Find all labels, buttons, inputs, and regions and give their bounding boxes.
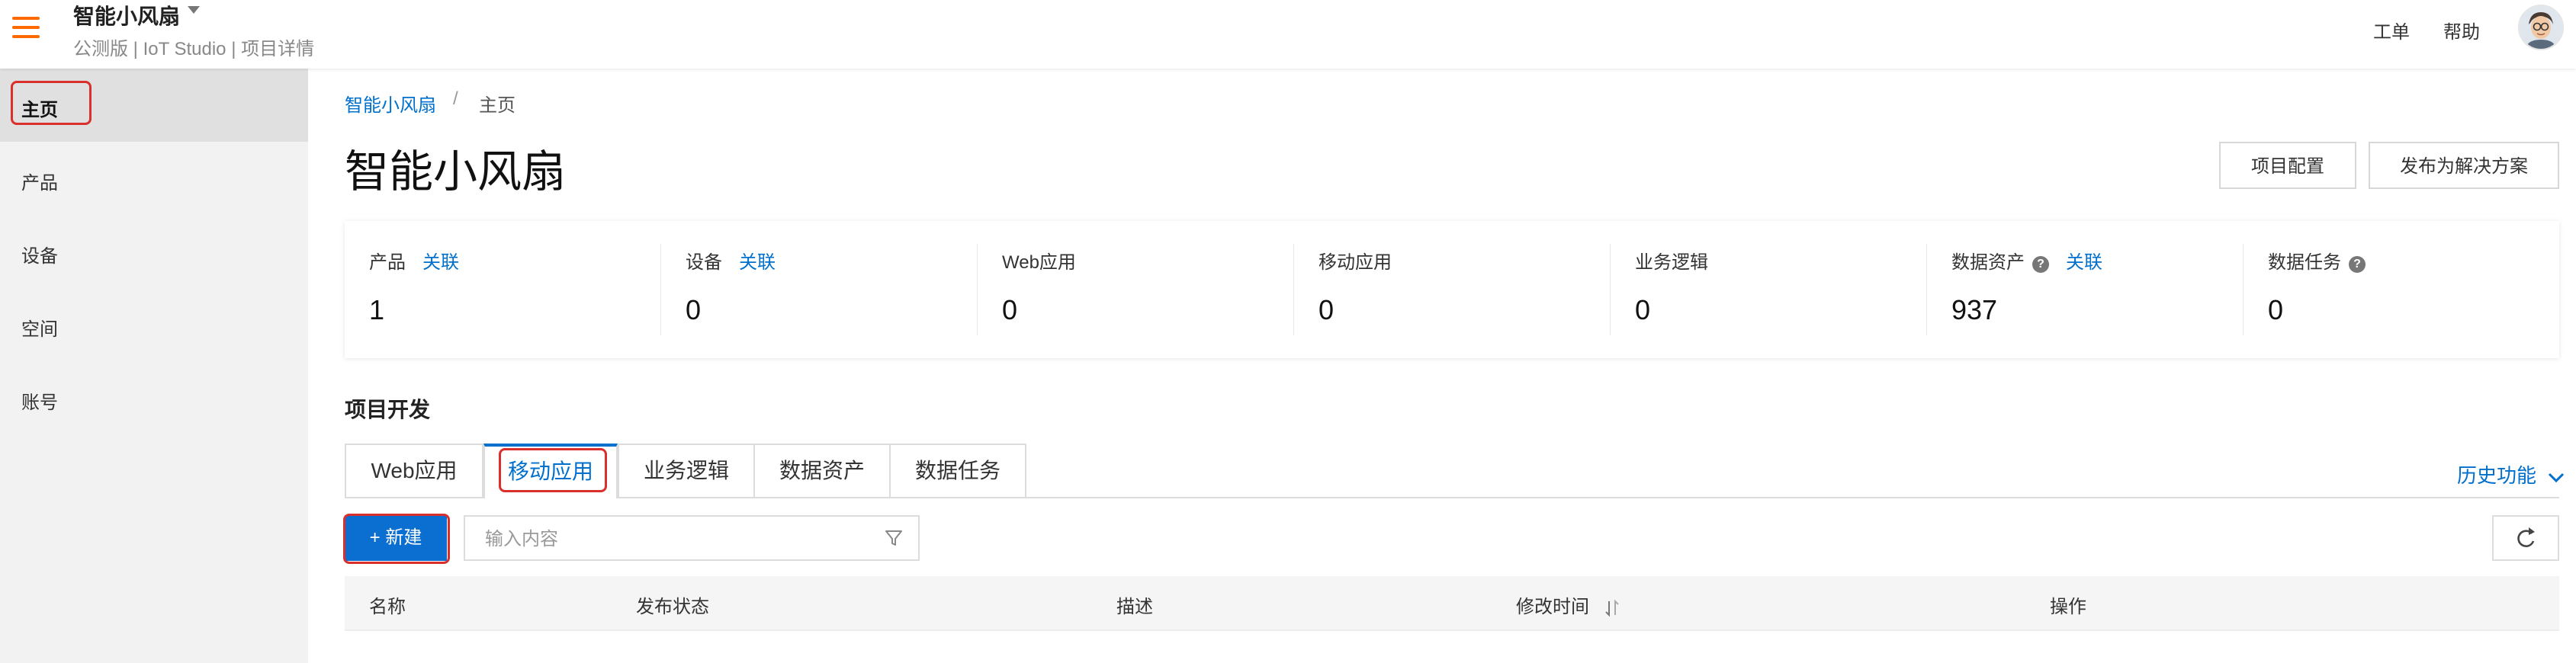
breadcrumb-current: 主页 — [479, 95, 516, 116]
highlight-box — [11, 81, 92, 125]
help-link[interactable]: 帮助 — [2443, 17, 2480, 43]
col-label: 修改时间 — [1516, 597, 1589, 617]
table-header: 名称 发布状态 描述 修改时间 操作 — [345, 576, 2559, 629]
history-label: 历史功能 — [2457, 464, 2537, 487]
page-title: 智能小风扇 — [345, 147, 567, 197]
stat-web-apps: Web应用 0 — [978, 221, 1293, 358]
stats-card: 产品 关联 1 设备 关联 0 Web应用 0 移动应用 0 业务逻辑 0 数据资产… — [345, 221, 2559, 358]
col-modified-time[interactable]: 修改时间 — [1516, 591, 1622, 618]
section-title: 项目开发 — [345, 398, 431, 421]
tab-data-assets[interactable]: 数据资产 — [753, 444, 891, 498]
link-data-assets[interactable]: 关联 — [2066, 252, 2102, 273]
header-subtitle: 公测版 | IoT Studio | 项目详情 — [73, 39, 315, 59]
stat-value: 1 — [369, 294, 385, 325]
avatar[interactable] — [2518, 5, 2564, 50]
chevron-down-icon — [2549, 473, 2565, 483]
stat-products: 产品 关联 1 — [345, 221, 660, 358]
ticket-link[interactable]: 工单 — [2373, 17, 2410, 43]
sidebar-item-devices[interactable]: 设备 — [0, 215, 308, 288]
stat-business-logic: 业务逻辑 0 — [1611, 221, 1926, 358]
stat-value: 0 — [1635, 294, 1651, 325]
link-products[interactable]: 关联 — [422, 252, 459, 273]
highlight-box — [499, 448, 607, 492]
publish-solution-button[interactable]: 发布为解决方案 — [2369, 142, 2559, 189]
col-status: 发布状态 — [636, 597, 709, 617]
col-actions: 操作 — [2050, 597, 2086, 617]
sidebar-item-account[interactable]: 账号 — [0, 361, 308, 434]
history-features-link[interactable]: 历史功能 — [2457, 460, 2566, 488]
breadcrumb-separator: / — [453, 88, 458, 109]
filter-icon[interactable] — [883, 527, 904, 549]
refresh-icon — [2517, 527, 2535, 547]
highlight-box — [343, 514, 450, 564]
stat-label: 业务逻辑 — [1635, 252, 1708, 273]
help-icon[interactable]: ? — [2032, 256, 2049, 273]
stat-label: Web应用 — [1002, 252, 1076, 273]
sort-icon[interactable] — [1602, 598, 1622, 618]
breadcrumb-parent[interactable]: 智能小风扇 — [345, 90, 436, 117]
search-input[interactable] — [483, 526, 868, 553]
stat-value: 0 — [686, 294, 702, 325]
project-config-button[interactable]: 项目配置 — [2219, 142, 2356, 189]
menu-icon[interactable] — [12, 17, 40, 40]
stat-data-assets: 数据资产? 关联 937 — [1927, 221, 2243, 358]
stat-label: 移动应用 — [1319, 252, 1392, 273]
project-name[interactable]: 智能小风扇 — [73, 0, 180, 30]
stat-label: 数据资产 — [1951, 252, 2025, 273]
tab-business-logic[interactable]: 业务逻辑 — [618, 444, 755, 498]
stat-value: 937 — [1951, 294, 1998, 325]
col-description: 描述 — [1116, 597, 1153, 617]
search-box — [464, 515, 920, 561]
table-divider — [345, 629, 2559, 631]
link-devices[interactable]: 关联 — [739, 252, 776, 273]
stat-data-tasks: 数据任务? 0 — [2244, 221, 2559, 358]
stat-value: 0 — [1319, 294, 1335, 325]
stat-value: 0 — [2268, 294, 2284, 325]
help-icon[interactable]: ? — [2349, 256, 2366, 273]
tab-web-apps[interactable]: Web应用 — [345, 444, 483, 498]
sidebar-item-label: 产品 — [21, 173, 58, 194]
refresh-button[interactable] — [2492, 515, 2559, 561]
sidebar-item-label: 账号 — [21, 392, 58, 413]
stat-label: 产品 — [369, 252, 406, 273]
stat-label: 数据任务 — [2268, 252, 2341, 273]
stat-value: 0 — [1002, 294, 1018, 325]
stat-label: 设备 — [686, 252, 722, 273]
sidebar-item-label: 空间 — [21, 319, 58, 340]
top-header: 智能小风扇 公测版 | IoT Studio | 项目详情 工单 帮助 — [0, 0, 2576, 69]
col-name: 名称 — [369, 597, 406, 617]
caret-down-icon[interactable] — [188, 6, 200, 14]
stat-devices: 设备 关联 0 — [661, 221, 977, 358]
tab-data-tasks[interactable]: 数据任务 — [889, 444, 1026, 498]
sidebar-item-products[interactable]: 产品 — [0, 142, 308, 215]
sidebar-item-spaces[interactable]: 空间 — [0, 288, 308, 361]
stat-mobile-apps: 移动应用 0 — [1294, 221, 1610, 358]
sidebar: 主页 产品 设备 空间 账号 — [0, 69, 308, 663]
sidebar-item-label: 设备 — [21, 246, 58, 267]
